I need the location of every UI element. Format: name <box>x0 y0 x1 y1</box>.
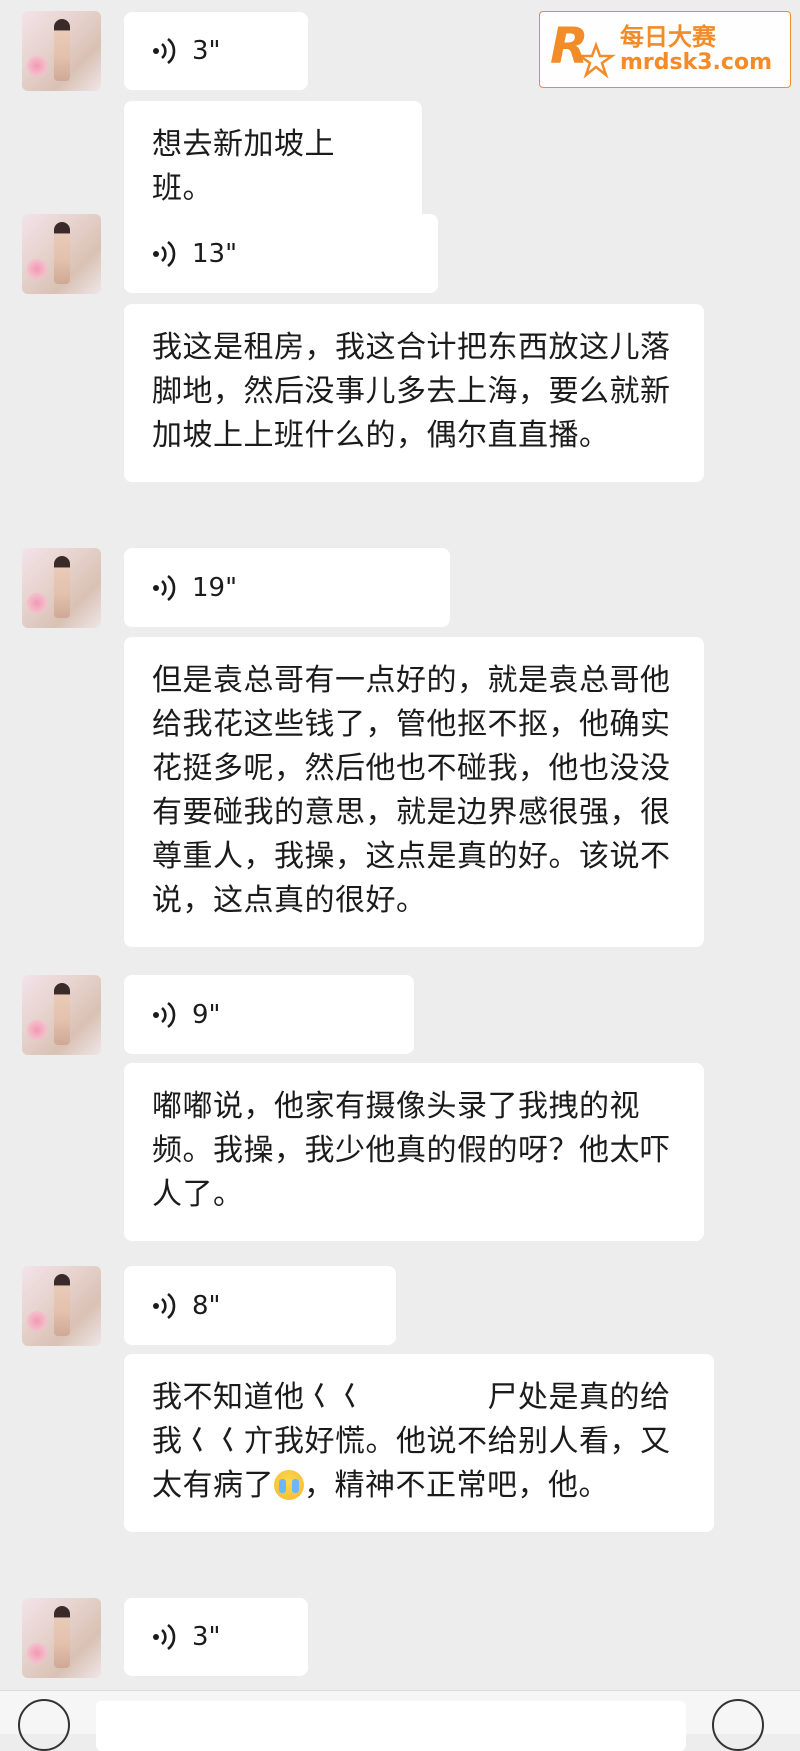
sender-avatar[interactable] <box>22 11 101 91</box>
voice-message-bubble[interactable]: 8" <box>124 1266 396 1345</box>
sender-avatar[interactable] <box>22 214 101 294</box>
message-text-part: ，精神不正常吧，他。 <box>304 1468 609 1503</box>
message-text: 我不知道他𡿨𡿨 尸处是真的给我𡿨𡿨亣我好慌。他说不给别人看，又太有病了 ，精神不正… <box>124 1354 714 1532</box>
voice-duration: 3" <box>192 1622 221 1652</box>
watermark-url: mrdsk3.com <box>620 49 772 75</box>
voice-wave-icon <box>153 1623 176 1651</box>
voice-duration: 13" <box>192 238 238 269</box>
sender-avatar[interactable] <box>22 1598 101 1678</box>
text-message-bubble[interactable]: 但是袁总哥有一点好的，就是袁总哥他给我花这些钱了，管他抠不抠，他确实花挺多呢，然… <box>124 637 704 947</box>
voice-duration: 9" <box>192 999 221 1030</box>
voice-mode-icon[interactable] <box>18 1699 70 1751</box>
input-bar <box>0 1690 800 1751</box>
voice-message-bubble[interactable]: 3" <box>124 12 308 90</box>
message-input[interactable] <box>96 1701 686 1751</box>
svg-text:R: R <box>550 17 589 75</box>
text-message-bubble[interactable]: 我不知道他𡿨𡿨 尸处是真的给我𡿨𡿨亣我好慌。他说不给别人看，又太有病了 ，精神不正… <box>124 1354 714 1532</box>
voice-duration: 3" <box>192 36 221 66</box>
emoji-face-icon[interactable] <box>712 1699 764 1751</box>
voice-duration: 8" <box>192 1290 221 1321</box>
sender-avatar[interactable] <box>22 1266 101 1346</box>
star-logo-icon: R <box>550 17 616 79</box>
text-message-bubble[interactable]: 嘟嘟说，他家有摄像头录了我拽的视频。我操，我少他真的假的呀？他太吓人了。 <box>124 1063 704 1241</box>
voice-wave-icon <box>153 1001 176 1028</box>
message-text: 但是袁总哥有一点好的，就是袁总哥他给我花这些钱了，管他抠不抠，他确实花挺多呢，然… <box>152 663 671 918</box>
message-text: 我这是租房，我这合计把东西放这儿落脚地，然后没事儿多去上海，要么就新加坡上上班什… <box>152 330 671 453</box>
voice-wave-icon <box>153 1292 176 1319</box>
watermark-title: 每日大赛 <box>620 23 716 52</box>
voice-message-bubble[interactable]: 13" <box>124 214 438 293</box>
voice-wave-icon <box>153 37 176 65</box>
sender-avatar[interactable] <box>22 975 101 1055</box>
text-message-bubble[interactable]: 我这是租房，我这合计把东西放这儿落脚地，然后没事儿多去上海，要么就新加坡上上班什… <box>124 304 704 482</box>
voice-message-bubble[interactable]: 9" <box>124 975 414 1054</box>
voice-message-bubble[interactable]: 3" <box>124 1598 308 1676</box>
voice-wave-icon <box>153 240 176 267</box>
voice-duration: 19" <box>192 572 238 603</box>
message-text: 嘟嘟说，他家有摄像头录了我拽的视频。我操，我少他真的假的呀？他太吓人了。 <box>152 1089 671 1212</box>
watermark: R 每日大赛 mrdsk3.com <box>539 11 791 88</box>
voice-wave-icon <box>153 574 176 601</box>
sender-avatar[interactable] <box>22 548 101 628</box>
crying-emoji-icon <box>274 1470 304 1500</box>
voice-message-bubble[interactable]: 19" <box>124 548 450 627</box>
